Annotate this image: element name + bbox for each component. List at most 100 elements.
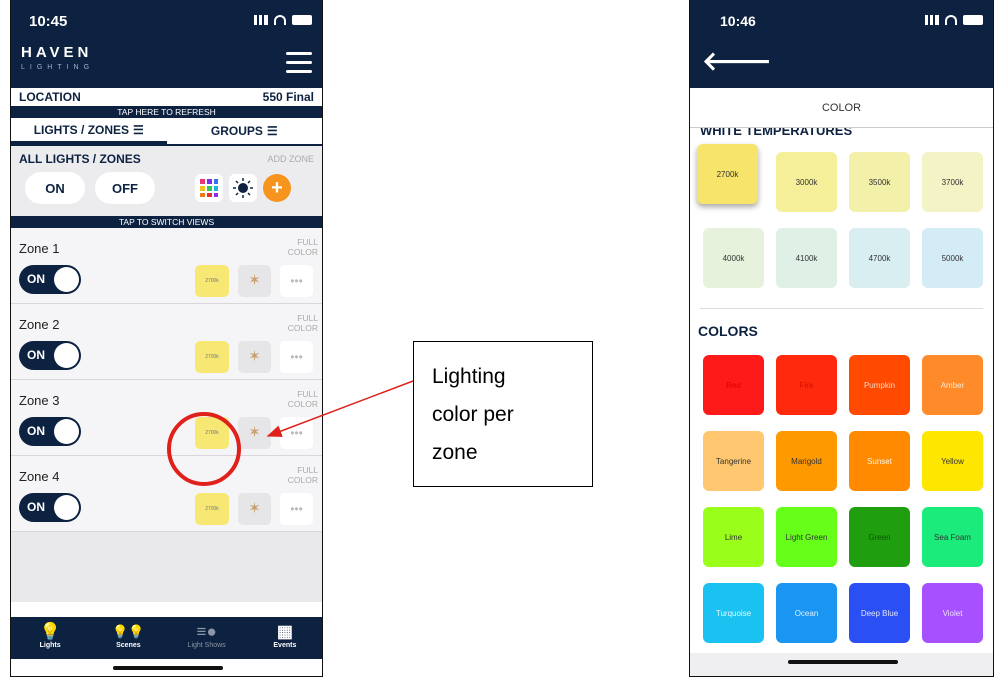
wifi-icon	[274, 15, 286, 25]
switch-views-banner[interactable]: TAP TO SWITCH VIEWS	[11, 216, 322, 228]
color-grid: Red Fire Pumpkin Amber Tangerine Marigold Suns…	[690, 347, 993, 643]
zone-on-toggle[interactable]: ON	[19, 493, 81, 522]
color-swatch[interactable]: Pumpkin	[849, 355, 910, 415]
add-zone-plus-icon[interactable]: +	[263, 174, 291, 202]
temperature-swatch[interactable]: 2700k	[697, 144, 758, 204]
temperature-swatch[interactable]: 3500k	[849, 152, 910, 212]
callout-line: color per	[432, 403, 514, 426]
color-swatch[interactable]: Yellow	[922, 431, 983, 491]
temperature-swatch[interactable]: 5000k	[922, 228, 983, 288]
zone-row: Zone 1 FULL COLOR ON 2700k ✶ •••	[11, 228, 322, 304]
location-value: 550 Final	[262, 90, 314, 104]
nav-events[interactable]: ▦ Events	[246, 617, 322, 659]
light-effect-icon[interactable]: ✶	[238, 265, 271, 297]
nav-scenes[interactable]: 💡💡 Scenes	[89, 617, 167, 659]
left-phone-screen: 10:45 HAVEN LIGHTING LOCATION 550 Final …	[10, 0, 323, 677]
status-icons	[254, 15, 312, 25]
back-arrow-icon[interactable]: 🡐	[702, 46, 772, 77]
full-color-label: FULL COLOR	[287, 237, 318, 257]
callout-line: Lighting	[432, 365, 506, 388]
calendar-icon: ▦	[276, 622, 293, 641]
color-swatch[interactable]: Turquoise	[703, 583, 764, 643]
zone-color-swatch[interactable]: 2700k	[195, 341, 229, 373]
status-bar: 10:45	[11, 0, 322, 40]
all-off-button[interactable]: OFF	[95, 172, 155, 204]
add-zone-label: ADD ZONE	[267, 154, 314, 164]
temperature-swatch[interactable]: 4000k	[703, 228, 764, 288]
white-temperatures-header: WHITE TEMPERATURES	[700, 128, 853, 138]
full-color-label: FULL COLOR	[287, 313, 318, 333]
location-row[interactable]: LOCATION 550 Final	[11, 88, 322, 106]
annotation-callout: Lighting color per zone	[413, 341, 593, 487]
color-swatch[interactable]: Light Green	[776, 507, 837, 567]
full-color-label: FULL COLOR	[287, 465, 318, 485]
brand-subtitle: LIGHTING	[21, 64, 95, 71]
brand-logo: HAVEN	[21, 44, 93, 61]
color-swatch[interactable]: Fire	[776, 355, 837, 415]
zone-row: Zone 3 FULL COLOR ON 2700k ✶ •••	[11, 380, 322, 456]
view-tabs: LIGHTS / ZONES ☰ GROUPS ☰	[11, 118, 322, 146]
zone-on-toggle[interactable]: ON	[19, 265, 81, 294]
colors-header: COLORS	[698, 323, 758, 339]
light-shows-icon: ≡●	[196, 622, 217, 641]
light-effect-icon[interactable]: ✶	[238, 417, 271, 449]
color-swatch[interactable]: Sunset	[849, 431, 910, 491]
zone-name: Zone 2	[19, 317, 60, 332]
zone-color-swatch[interactable]: 2700k	[195, 417, 229, 449]
signal-icon	[254, 15, 268, 25]
more-options-icon[interactable]: •••	[280, 265, 313, 297]
refresh-banner[interactable]: TAP HERE TO REFRESH	[11, 106, 322, 118]
temperature-grid: 2700k 3000k 3500k 3700k 4000k 4100k 4700k 5000k	[690, 140, 993, 288]
page-title: COLOR	[690, 88, 993, 128]
zone-color-swatch[interactable]: 2700k	[195, 265, 229, 297]
color-grid-icon[interactable]	[195, 174, 223, 202]
hamburger-menu-icon[interactable]	[286, 52, 312, 79]
color-swatch[interactable]: Tangerine	[703, 431, 764, 491]
all-on-button[interactable]: ON	[25, 172, 85, 204]
brightness-sun-icon[interactable]	[229, 174, 257, 202]
bulb-icon: 💡	[39, 622, 61, 641]
color-swatch[interactable]: Lime	[703, 507, 764, 567]
light-effect-icon[interactable]: ✶	[238, 493, 271, 525]
status-icons	[925, 15, 983, 25]
nav-lights[interactable]: 💡 Lights	[11, 617, 89, 659]
all-lights-section: ALL LIGHTS / ZONES ADD ZONE ON OFF +	[11, 146, 322, 216]
color-swatch[interactable]: Sea Foam	[922, 507, 983, 567]
full-color-label: FULL COLOR	[287, 389, 318, 409]
color-swatch[interactable]: Amber	[922, 355, 983, 415]
temperature-swatch[interactable]: 4100k	[776, 228, 837, 288]
nav-bar: 🡐	[690, 38, 993, 88]
color-swatch[interactable]: Deep Blue	[849, 583, 910, 643]
status-time: 10:46	[720, 13, 756, 29]
battery-icon	[292, 15, 312, 25]
temperature-swatch[interactable]: 4700k	[849, 228, 910, 288]
list-icon: ☰	[133, 122, 144, 137]
status-time: 10:45	[29, 13, 68, 30]
status-bar: 10:46	[690, 0, 993, 38]
color-swatch[interactable]: Marigold	[776, 431, 837, 491]
zone-name: Zone 3	[19, 393, 60, 408]
tab-lights-zones[interactable]: LIGHTS / ZONES ☰	[11, 118, 167, 144]
color-swatch[interactable]: Ocean	[776, 583, 837, 643]
callout-line: zone	[432, 441, 478, 464]
tab-groups[interactable]: GROUPS ☰	[167, 118, 323, 144]
zone-color-swatch[interactable]: 2700k	[195, 493, 229, 525]
color-swatch[interactable]: Violet	[922, 583, 983, 643]
more-options-icon[interactable]: •••	[280, 341, 313, 373]
light-effect-icon[interactable]: ✶	[238, 341, 271, 373]
zone-on-toggle[interactable]: ON	[19, 417, 81, 446]
nav-light-shows[interactable]: ≡● Light Shows	[168, 617, 246, 659]
app-header: HAVEN LIGHTING	[11, 40, 322, 88]
temperature-swatch[interactable]: 3700k	[922, 152, 983, 212]
more-options-icon[interactable]: •••	[280, 417, 313, 449]
more-options-icon[interactable]: •••	[280, 493, 313, 525]
zone-row: Zone 2 FULL COLOR ON 2700k ✶ •••	[11, 304, 322, 380]
zone-name: Zone 1	[19, 241, 60, 256]
color-swatch[interactable]: Green	[849, 507, 910, 567]
scenes-bulbs-icon: 💡💡	[112, 624, 145, 639]
home-indicator	[11, 659, 322, 676]
zone-on-toggle[interactable]: ON	[19, 341, 81, 370]
temperature-swatch[interactable]: 3000k	[776, 152, 837, 212]
location-label: LOCATION	[19, 90, 81, 104]
color-swatch[interactable]: Red	[703, 355, 764, 415]
